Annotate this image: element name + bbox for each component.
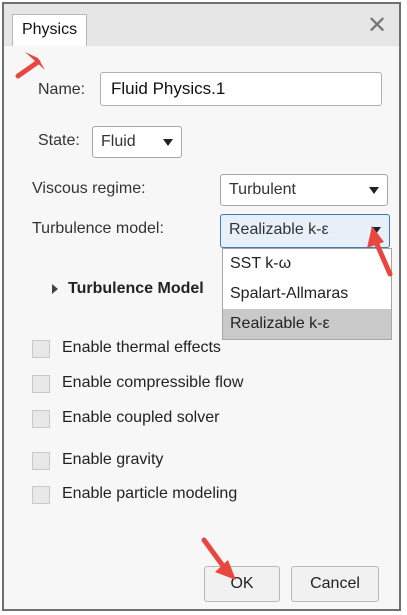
annotation-arrows <box>15 52 393 580</box>
annotation-arrow-icon <box>367 226 393 277</box>
annotation-arrow-icon <box>201 537 236 580</box>
annotation-arrow-icon <box>15 52 45 79</box>
